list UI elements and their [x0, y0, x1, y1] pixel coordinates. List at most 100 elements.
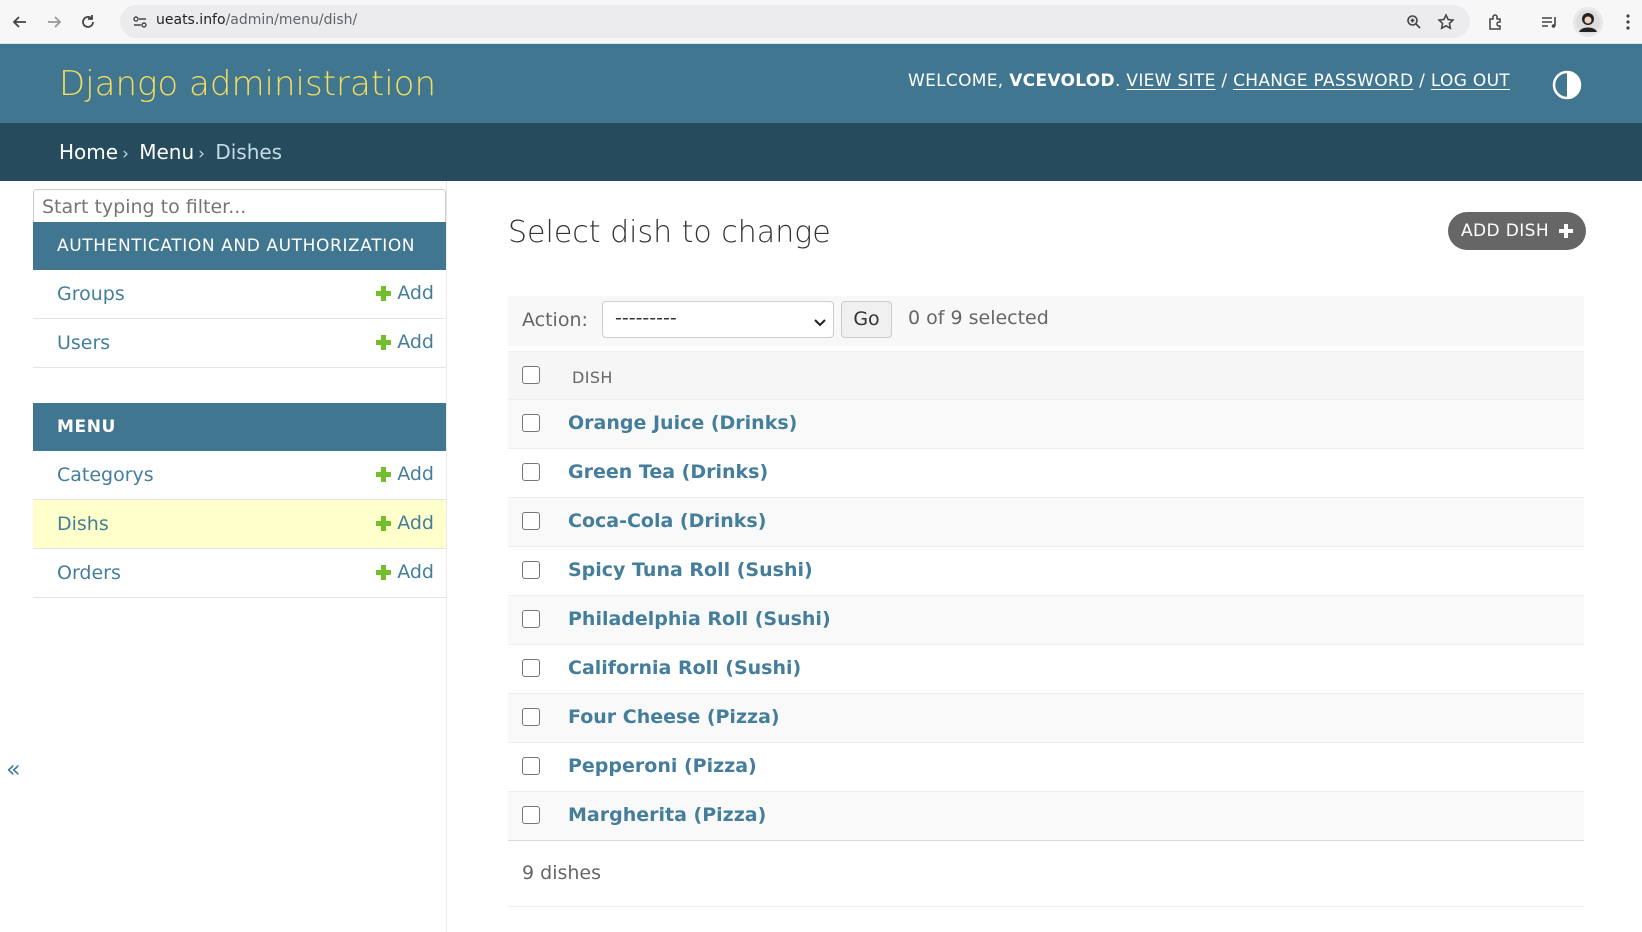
row-checkbox[interactable] — [522, 512, 540, 530]
browser-toolbar: ueats.info/admin/menu/dish/ — [0, 0, 1642, 44]
table-row: Orange Juice (Drinks) — [508, 400, 1584, 449]
sidebar-item-label[interactable]: Groups — [57, 283, 125, 305]
star-icon[interactable] — [1432, 8, 1460, 36]
plus-icon — [1559, 224, 1574, 238]
actions-bar: Action: --------- Go 0 of 9 selected — [508, 296, 1584, 346]
username: VCEVOLOD — [1009, 71, 1115, 91]
add-categorys-link[interactable]: Add — [376, 463, 434, 485]
profile-icon[interactable] — [1573, 7, 1603, 37]
sidebar-item-dishs[interactable]: Dishs Add — [33, 500, 446, 549]
plus-icon — [376, 466, 392, 482]
select-all-checkbox[interactable] — [522, 366, 540, 384]
breadcrumb-menu[interactable]: Menu — [139, 140, 194, 164]
column-header-dish[interactable]: DISH — [572, 368, 613, 387]
dish-link[interactable]: Coca-Cola (Drinks) — [568, 510, 766, 532]
dish-link[interactable]: Four Cheese (Pizza) — [568, 706, 780, 728]
site-branding[interactable]: Django administration — [59, 64, 436, 104]
sidebar-item-label[interactable]: Users — [57, 332, 110, 354]
table-header: DISH — [508, 351, 1584, 400]
breadcrumb: Home › Menu › Dishes — [0, 123, 1642, 181]
breadcrumb-home[interactable]: Home — [59, 140, 118, 164]
plus-icon — [376, 564, 392, 580]
forward-icon[interactable] — [40, 8, 68, 36]
dish-link[interactable]: California Roll (Sushi) — [568, 657, 801, 679]
sidebar-item-orders[interactable]: Orders Add — [33, 549, 446, 598]
sidebar-item-label[interactable]: Orders — [57, 562, 121, 584]
result-count: 9 dishes — [522, 862, 601, 884]
go-button[interactable]: Go — [841, 301, 892, 338]
reading-list-icon[interactable] — [1535, 8, 1563, 36]
change-password-link[interactable]: CHANGE PASSWORD — [1233, 71, 1413, 91]
sidebar-item-label[interactable]: Dishs — [57, 513, 109, 535]
paginator: 9 dishes — [508, 840, 1584, 907]
table-row: Pepperoni (Pizza) — [508, 743, 1584, 792]
zoom-icon[interactable] — [1400, 8, 1428, 36]
table-row: Margherita (Pizza) — [508, 792, 1584, 841]
table-row: Spicy Tuna Roll (Sushi) — [508, 547, 1584, 596]
dish-link[interactable]: Pepperoni (Pizza) — [568, 755, 757, 777]
action-select[interactable]: --------- — [602, 301, 834, 338]
nav-sidebar: AUTHENTICATION AND AUTHORIZATION Groups … — [33, 181, 447, 932]
table-row: Green Tea (Drinks) — [508, 449, 1584, 498]
address-bar[interactable]: ueats.info/admin/menu/dish/ — [120, 5, 1470, 38]
add-users-link[interactable]: Add — [376, 331, 434, 353]
row-checkbox[interactable] — [522, 806, 540, 824]
action-label: Action: — [522, 309, 588, 331]
sidebar-item-users[interactable]: Users Add — [33, 319, 446, 368]
page-title: Select dish to change — [508, 215, 831, 250]
nav-filter-input[interactable] — [33, 189, 446, 224]
add-dish-button[interactable]: ADD DISH — [1448, 212, 1586, 250]
dish-link[interactable]: Spicy Tuna Roll (Sushi) — [568, 559, 813, 581]
breadcrumb-separator: › — [122, 144, 129, 164]
dish-link[interactable]: Margherita (Pizza) — [568, 804, 766, 826]
module-caption-auth[interactable]: AUTHENTICATION AND AUTHORIZATION — [33, 222, 446, 270]
separator: / — [1221, 71, 1228, 91]
plus-icon — [376, 515, 392, 531]
add-dishs-link[interactable]: Add — [376, 512, 434, 534]
results-table: DISH Orange Juice (Drinks) Green Tea (Dr… — [508, 351, 1584, 841]
action-selected-value: --------- — [615, 307, 677, 329]
add-dish-label: ADD DISH — [1460, 221, 1550, 241]
row-checkbox[interactable] — [522, 463, 540, 481]
user-tools: WELCOME, VCEVOLOD. VIEW SITE / CHANGE PA… — [908, 71, 1510, 91]
view-site-link[interactable]: VIEW SITE — [1126, 71, 1215, 91]
plus-icon — [376, 285, 392, 301]
separator: / — [1419, 71, 1426, 91]
site-info-icon[interactable] — [130, 12, 150, 32]
chevron-down-icon — [813, 313, 827, 327]
welcome-text: WELCOME, — [908, 71, 1004, 91]
sidebar-item-label[interactable]: Categorys — [57, 464, 154, 486]
url-text: ueats.info/admin/menu/dish/ — [156, 12, 358, 28]
log-out-link[interactable]: LOG OUT — [1431, 71, 1510, 91]
row-checkbox[interactable] — [522, 659, 540, 677]
table-row: California Roll (Sushi) — [508, 645, 1584, 694]
table-row: Four Cheese (Pizza) — [508, 694, 1584, 743]
add-orders-link[interactable]: Add — [376, 561, 434, 583]
sidebar-item-groups[interactable]: Groups Add — [33, 270, 446, 319]
module-caption-menu[interactable]: MENU — [33, 403, 446, 451]
row-checkbox[interactable] — [522, 610, 540, 628]
extensions-icon[interactable] — [1482, 8, 1510, 36]
table-row: Philadelphia Roll (Sushi) — [508, 596, 1584, 645]
site-header: Django administration WELCOME, VCEVOLOD.… — [0, 44, 1642, 123]
plus-icon — [376, 334, 392, 350]
row-checkbox[interactable] — [522, 561, 540, 579]
table-body: Orange Juice (Drinks) Green Tea (Drinks)… — [508, 400, 1584, 841]
dish-link[interactable]: Orange Juice (Drinks) — [568, 412, 797, 434]
add-groups-link[interactable]: Add — [376, 282, 434, 304]
row-checkbox[interactable] — [522, 708, 540, 726]
sidebar-item-categorys[interactable]: Categorys Add — [33, 451, 446, 500]
breadcrumb-separator: › — [198, 144, 205, 164]
sidebar-collapse-toggle[interactable]: « — [6, 755, 21, 783]
reload-icon[interactable] — [74, 8, 102, 36]
selection-counter: 0 of 9 selected — [908, 307, 1049, 329]
breadcrumb-current: Dishes — [215, 140, 283, 164]
theme-toggle-icon[interactable] — [1550, 68, 1584, 102]
dish-link[interactable]: Philadelphia Roll (Sushi) — [568, 608, 831, 630]
row-checkbox[interactable] — [522, 757, 540, 775]
row-checkbox[interactable] — [522, 414, 540, 432]
back-icon[interactable] — [6, 8, 34, 36]
dish-link[interactable]: Green Tea (Drinks) — [568, 461, 768, 483]
menu-dots-icon[interactable] — [1614, 8, 1642, 36]
table-row: Coca-Cola (Drinks) — [508, 498, 1584, 547]
